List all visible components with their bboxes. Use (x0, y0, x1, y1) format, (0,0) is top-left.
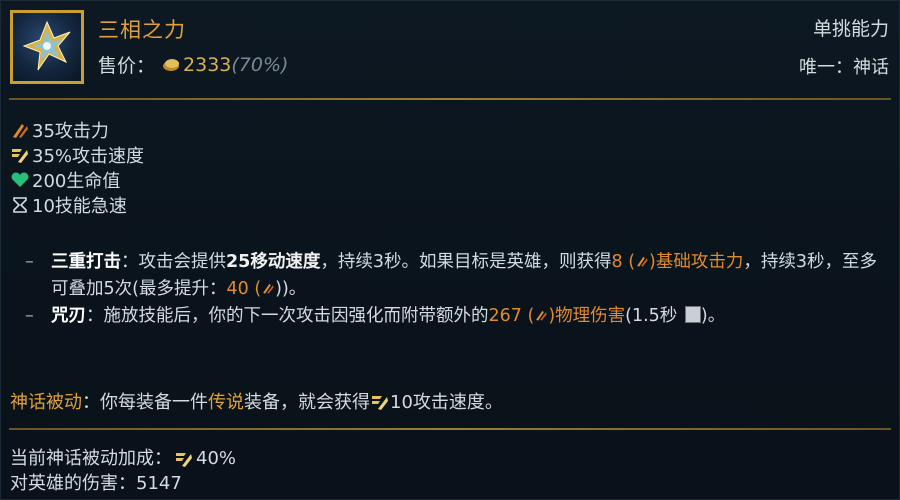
attack-damage-icon (536, 310, 547, 321)
tooltip-footer: 当前神话被动加成： 40% 对英雄的伤害： 5147 (10, 446, 236, 496)
footer-divider (9, 428, 891, 430)
passive-spellblade: – 咒刃：施放技能后，你的下一次攻击因强化而附带额外的267 ()物理伤害(1.… (25, 303, 891, 330)
item-name: 三相之力 (98, 18, 186, 42)
gold-coin-icon (163, 58, 180, 71)
stats-list: 35攻击力 35%攻击速度 200生命值 10技能急速 (10, 117, 144, 217)
item-category: 单挑能力 (812, 18, 889, 40)
header-divider (9, 98, 891, 100)
price-label: 售价： (98, 55, 156, 77)
attack-speed-icon (176, 452, 192, 467)
stat-attack-speed: 35%攻击速度 (10, 142, 144, 167)
tooltip-header: 三相之力 售价： 2333 (70%) 单挑能力 唯一：神话 (1, 1, 900, 99)
attack-damage-icon (263, 283, 274, 294)
attack-speed-icon (12, 148, 28, 163)
mythic-bonus-row: 当前神话被动加成： 40% (10, 448, 237, 469)
price-value: 2333 (183, 53, 232, 76)
stat-attack-damage: 35攻击力 (10, 117, 144, 142)
mythic-passive: 神话被动：你每装备一件传说装备，就会获得 10攻击速度。 (10, 392, 503, 413)
passives-list: – 三重打击：攻击会提供25移动速度，持续3秒。如果目标是英雄，则获得8 ()基… (25, 249, 891, 330)
item-tooltip: 三相之力 售价： 2333 (70%) 单挑能力 唯一：神话 35攻击力 35%… (0, 0, 900, 500)
passive-name: 三重打击 (51, 252, 121, 272)
bullet-dash: – (25, 306, 34, 326)
champion-damage-value: 5147 (136, 473, 182, 494)
stat-ability-haste: 10技能急速 (10, 192, 144, 217)
price-row: 售价： 2333 (70%) (98, 51, 288, 78)
mythic-bonus-value: 40% (196, 448, 237, 469)
cooldown-icon (684, 306, 701, 323)
passive-name: 咒刃 (51, 306, 86, 326)
price-percent: (70%) (231, 53, 289, 76)
attack-damage-icon (637, 256, 648, 267)
health-icon (11, 172, 29, 187)
attack-damage-icon (13, 123, 28, 138)
bullet-dash: – (25, 252, 34, 272)
ability-haste-icon (13, 196, 27, 213)
mythic-passive-label: 神话被动 (10, 392, 82, 413)
stat-health: 200生命值 (10, 167, 144, 192)
passive-threefold-strike: – 三重打击：攻击会提供25移动速度，持续3秒。如果目标是英雄，则获得8 ()基… (25, 249, 891, 303)
champion-damage-row: 对英雄的伤害： 5147 (10, 473, 182, 494)
item-unique-tag: 唯一：神话 (799, 57, 889, 78)
attack-speed-icon (372, 396, 388, 410)
trinity-force-icon (10, 10, 84, 84)
